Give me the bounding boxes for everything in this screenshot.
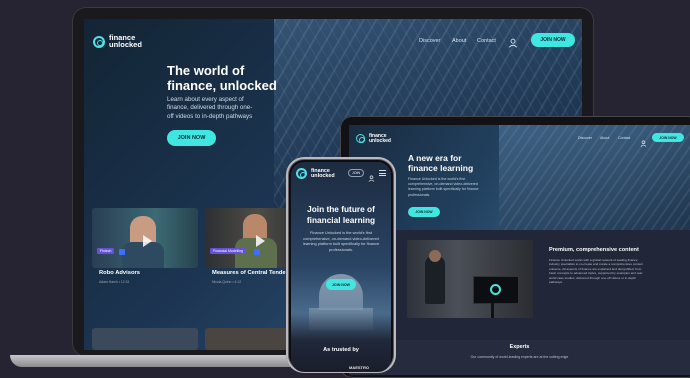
premium-body: Finance Unlocked works with a global net… [549,258,644,285]
logo-icon [296,168,307,179]
nav-discover[interactable]: Discover [419,38,440,44]
phone-join-button[interactable]: JOIN [348,169,364,177]
laptop-logo[interactable]: finance unlocked [93,34,142,49]
category-tag: Financial Modelling [210,248,246,254]
nav-about[interactable]: About [452,38,466,44]
logo-text-line2: unlocked [109,39,142,49]
tablet-hero [349,125,690,230]
hero-title: The world of finance, unlocked [167,63,277,93]
play-icon[interactable] [256,235,265,247]
video-card-robo-advisors[interactable]: Fintech [92,208,198,268]
video-card[interactable] [92,328,198,350]
trusted-title: As trusted by [323,347,359,353]
user-icon[interactable] [640,134,647,147]
experts-body: Our community of world-leading experts a… [470,355,569,359]
logo-icon [356,134,365,143]
tablet-screen: finance unlocked Discover About Contact … [349,125,690,375]
monitor-image [473,276,519,304]
tablet-logo[interactable]: finance unlocked [356,134,391,143]
nav-about[interactable]: About [600,136,609,140]
hero-join-button[interactable]: JOIN NOW [167,130,216,146]
category-tag: Fintech [97,248,115,254]
card-meta: Nicola Quinn • 4:12 [212,280,242,284]
phone-hero-title: Join the future of financial learning [306,204,376,225]
hero-subtitle: Learn about every aspect of finance, del… [167,96,253,120]
premium-title: Premium, comprehensive content [549,247,639,253]
tablet-hero-join-button[interactable]: JOIN NOW [408,207,440,217]
studio-photo [407,240,533,318]
category-icon [119,249,125,255]
card-title[interactable]: Robo Advisors [99,270,140,276]
tablet-hero-body: Finance Unlocked is the world's first co… [408,177,479,197]
phone-logo[interactable]: finance unlocked [296,168,335,179]
experts-title: Experts [509,344,530,350]
phone-hero-body: Finance Unlocked is the world's first co… [302,230,380,252]
tablet-hero-title: A new era for finance learning [408,153,474,173]
nav-join-button[interactable]: JOIN NOW [652,133,684,142]
trusted-logo-maestro: MAESTRO [349,365,369,370]
user-icon[interactable] [368,169,375,182]
card-meta: Adam Harch • 12:31 [99,280,130,284]
phone-hero-join-button[interactable]: JOIN NOW [326,279,356,290]
menu-icon[interactable] [379,170,386,176]
phone-screen: finance unlocked JOIN Join the future of… [291,162,391,372]
logo-icon [93,35,105,48]
nav-join-button[interactable]: JOIN NOW [531,33,575,47]
nav-contact[interactable]: Contact [618,136,630,140]
presenter-image [425,256,445,304]
play-icon[interactable] [143,235,152,247]
category-icon [254,249,260,255]
user-icon[interactable] [508,35,518,48]
nav-discover[interactable]: Discover [578,136,592,140]
nav-contact[interactable]: Contact [477,38,496,44]
